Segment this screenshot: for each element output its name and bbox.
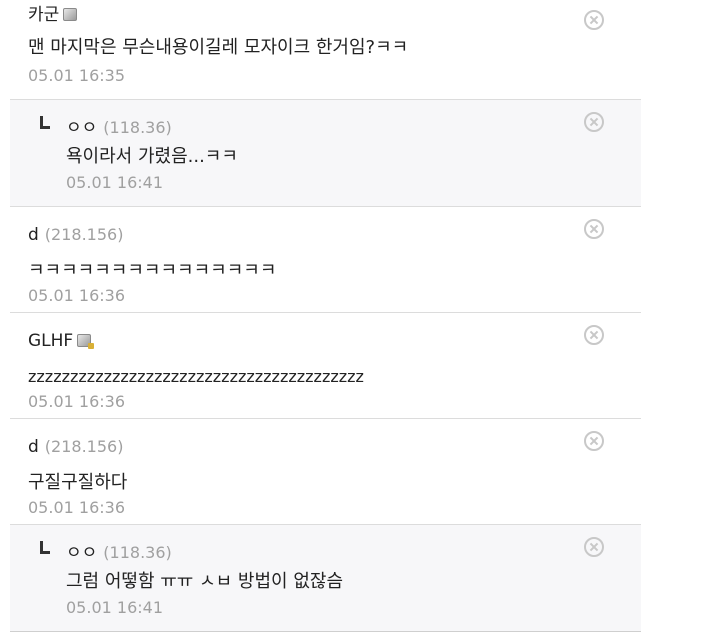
comment-header: ㅇㅇ (118.36) <box>66 118 172 138</box>
comment-text: zzzzzzzzzzzzzzzzzzzzzzzzzzzzzzzzzzzzzzzz <box>28 367 364 386</box>
delete-icon[interactable] <box>584 537 604 557</box>
comment-date: 05.01 16:41 <box>66 173 163 192</box>
comment-nickname[interactable]: ㅇㅇ <box>66 118 97 138</box>
delete-icon[interactable] <box>584 112 604 132</box>
comment-item: d (218.156) 구질구질하다 05.01 16:36 <box>10 419 641 525</box>
comment-nickname[interactable]: d <box>28 225 39 245</box>
comment-nickname[interactable]: 카군 <box>28 5 59 25</box>
reply-arrow-icon <box>40 541 50 554</box>
comment-item: d (218.156) ㅋㅋㅋㅋㅋㅋㅋㅋㅋㅋㅋㅋㅋㅋㅋ 05.01 16:36 <box>10 207 641 313</box>
reply-item: ㅇㅇ (118.36) 그럼 어떻함 ㅠㅠ ㅅㅂ 방법이 없잖슴 05.01 16… <box>10 525 641 632</box>
comment-item: 카군 맨 마지막은 무슨내용이길레 모자이크 한거임?ㅋㅋ 05.01 16:3… <box>10 0 641 100</box>
comment-header: GLHF <box>28 331 95 351</box>
comment-text: 그럼 어떻함 ㅠㅠ ㅅㅂ 방법이 없잖슴 <box>66 571 344 592</box>
comment-ip: (118.36) <box>103 543 172 562</box>
gallog-icon[interactable] <box>63 8 78 21</box>
comment-text: 맨 마지막은 무슨내용이길레 모자이크 한거임?ㅋㅋ <box>28 37 409 58</box>
comment-text: ㅋㅋㅋㅋㅋㅋㅋㅋㅋㅋㅋㅋㅋㅋㅋ <box>28 260 277 281</box>
delete-icon[interactable] <box>584 325 604 345</box>
comment-ip: (118.36) <box>103 118 172 137</box>
reply-arrow-icon <box>40 116 50 129</box>
comment-item: GLHF zzzzzzzzzzzzzzzzzzzzzzzzzzzzzzzzzzz… <box>10 313 641 419</box>
comment-text: 구질구질하다 <box>28 472 128 493</box>
comment-nickname[interactable]: ㅇㅇ <box>66 543 97 563</box>
reply-item: ㅇㅇ (118.36) 욕이라서 가렸음...ㅋㅋ 05.01 16:41 <box>10 100 641 207</box>
comment-date: 05.01 16:36 <box>28 498 125 517</box>
comment-nickname[interactable]: d <box>28 437 39 457</box>
comment-list: 카군 맨 마지막은 무슨내용이길레 모자이크 한거임?ㅋㅋ 05.01 16:3… <box>10 0 641 632</box>
fixed-gallog-icon[interactable] <box>77 334 95 349</box>
delete-icon[interactable] <box>584 10 604 30</box>
comment-header: d (218.156) <box>28 437 123 457</box>
comment-nickname[interactable]: GLHF <box>28 331 73 351</box>
delete-icon[interactable] <box>584 219 604 239</box>
comment-ip: (218.156) <box>44 437 124 456</box>
comment-date: 05.01 16:36 <box>28 286 125 305</box>
comment-text: 욕이라서 가렸음...ㅋㅋ <box>66 146 238 167</box>
comment-header: d (218.156) <box>28 225 123 245</box>
delete-icon[interactable] <box>584 431 604 451</box>
comment-header: ㅇㅇ (118.36) <box>66 543 172 563</box>
comment-date: 05.01 16:36 <box>28 392 125 411</box>
comment-date: 05.01 16:35 <box>28 66 125 85</box>
comment-ip: (218.156) <box>44 225 124 244</box>
comment-date: 05.01 16:41 <box>66 598 163 617</box>
comment-header: 카군 <box>28 5 78 25</box>
